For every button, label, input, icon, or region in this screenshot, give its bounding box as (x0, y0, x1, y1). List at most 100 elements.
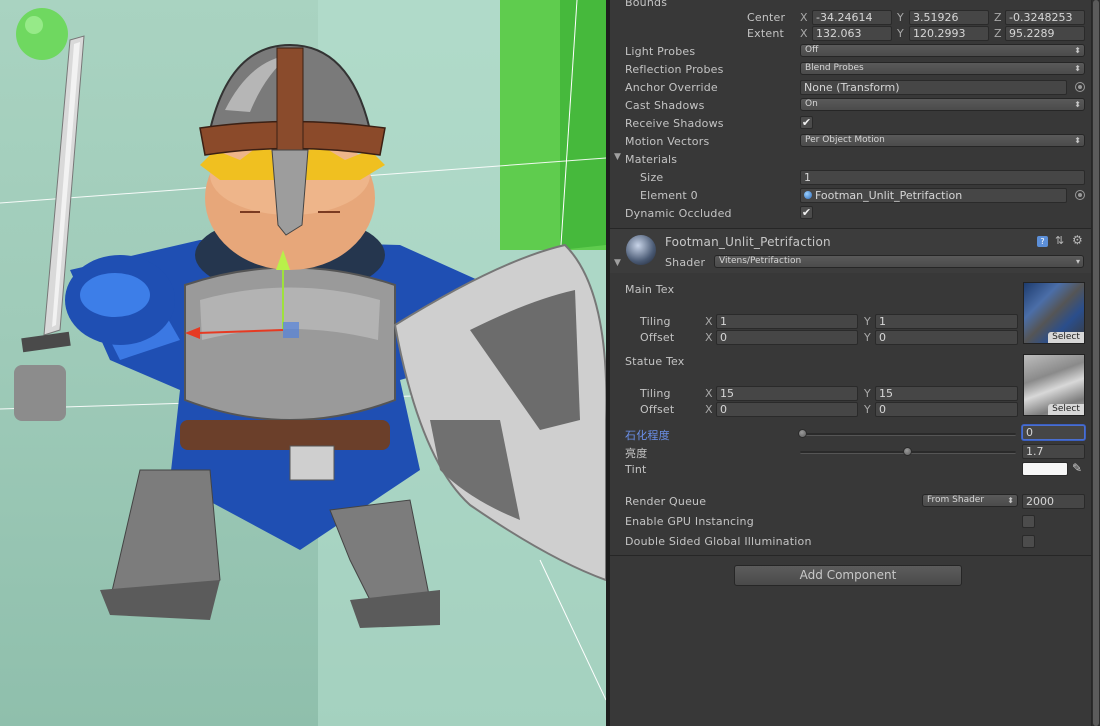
axis-x-label: X (705, 403, 713, 416)
statue-tiling-x-field[interactable]: 15 (716, 386, 858, 401)
main-offset-y-field[interactable]: 0 (875, 330, 1018, 345)
statue-tex-thumbnail[interactable]: Select (1023, 354, 1085, 416)
material-name: Footman_Unlit_Petrifaction (665, 235, 831, 249)
material-foldout-icon[interactable]: ▼ (614, 258, 621, 268)
material-preview-icon (626, 235, 656, 265)
inspector-scrollbar[interactable] (1091, 0, 1100, 726)
render-queue-label: Render Queue (625, 495, 707, 508)
axis-x-label: X (800, 11, 808, 24)
main-tex-label: Main Tex (625, 283, 675, 296)
center-label: Center (747, 11, 786, 24)
green-sphere-icon (16, 8, 68, 60)
gpu-instancing-label: Enable GPU Instancing (625, 515, 754, 528)
axis-y-label: Y (864, 387, 871, 400)
statue-tex-label: Statue Tex (625, 355, 685, 368)
receive-shadows-checkbox[interactable]: ✔ (800, 116, 813, 129)
tint-color-swatch[interactable] (1022, 462, 1068, 476)
dynamic-occluded-label: Dynamic Occluded (625, 207, 732, 220)
scene-canvas[interactable] (0, 0, 606, 726)
axis-z-label: Z (994, 27, 1002, 40)
sword-icon (14, 35, 85, 421)
brightness-slider-thumb[interactable] (903, 447, 912, 456)
cast-shadows-value: On (805, 99, 818, 109)
dropdown-arrow-icon: ▾ (1075, 257, 1080, 266)
light-probes-label: Light Probes (625, 45, 696, 58)
main-tex-select-button[interactable]: Select (1048, 332, 1084, 343)
element0-value: Footman_Unlit_Petrifaction (815, 189, 963, 202)
axis-y-label: Y (897, 27, 904, 40)
axis-y-label: Y (864, 403, 871, 416)
bounds-label: Bounds (625, 0, 668, 9)
scene-view[interactable] (0, 0, 606, 726)
axis-x-label: X (705, 331, 713, 344)
motion-vectors-label: Motion Vectors (625, 135, 710, 148)
statue-tiling-y-field[interactable]: 15 (875, 386, 1018, 401)
main-offset-x-field[interactable]: 0 (716, 330, 858, 345)
brightness-value-field[interactable]: 1.7 (1022, 444, 1085, 459)
size-field[interactable]: 1 (800, 170, 1085, 185)
double-sided-gi-checkbox[interactable] (1022, 535, 1035, 548)
scrollbar-thumb[interactable] (1093, 0, 1099, 726)
center-y-field[interactable]: 3.51926 (909, 10, 989, 25)
statue-offset-y-field[interactable]: 0 (875, 402, 1018, 417)
receive-shadows-label: Receive Shadows (625, 117, 724, 130)
material-sphere-icon (804, 191, 812, 199)
shader-value: Vitens/Petrifaction (719, 256, 802, 266)
petrify-slider-thumb[interactable] (798, 429, 807, 438)
materials-label[interactable]: Materials (625, 153, 677, 166)
main-tiling-y-field[interactable]: 1 (875, 314, 1018, 329)
axis-x-label: X (705, 315, 713, 328)
statue-offset-x-field[interactable]: 0 (716, 402, 858, 417)
gear-icon[interactable]: ⚙ (1072, 233, 1083, 247)
render-queue-mode: From Shader (927, 495, 985, 505)
center-x-field[interactable]: -34.24614 (812, 10, 892, 25)
dynamic-occluded-checkbox[interactable]: ✔ (800, 206, 813, 219)
dropdown-arrow-icon: ⬍ (1074, 100, 1081, 109)
motion-vectors-dropdown[interactable]: Per Object Motion ⬍ (800, 134, 1085, 147)
axis-x-label: X (800, 27, 808, 40)
cast-shadows-label: Cast Shadows (625, 99, 705, 112)
double-sided-gi-label: Double Sided Global Illumination (625, 535, 812, 548)
light-probes-value: Off (805, 45, 819, 55)
reflection-probes-dropdown[interactable]: Blend Probes ⬍ (800, 62, 1085, 75)
dropdown-arrow-icon: ⬍ (1074, 64, 1081, 73)
axis-z-label: Z (994, 11, 1002, 24)
object-picker-icon[interactable] (1075, 190, 1085, 200)
shader-label: Shader (665, 256, 706, 269)
extent-z-field[interactable]: 95.2289 (1005, 26, 1085, 41)
statue-tiling-label: Tiling (640, 387, 671, 400)
dropdown-arrow-icon: ⬍ (1074, 136, 1081, 145)
motion-vectors-value: Per Object Motion (805, 135, 885, 145)
size-label: Size (640, 171, 664, 184)
petrify-slider-track[interactable] (800, 433, 1016, 436)
shader-dropdown[interactable]: Vitens/Petrifaction ▾ (714, 255, 1084, 268)
render-queue-dropdown[interactable]: From Shader ⬍ (922, 494, 1018, 507)
extent-y-field[interactable]: 120.2993 (909, 26, 989, 41)
main-tiling-label: Tiling (640, 315, 671, 328)
extent-x-field[interactable]: 132.063 (812, 26, 892, 41)
gpu-instancing-checkbox[interactable] (1022, 515, 1035, 528)
presets-icon[interactable]: ⇅ (1055, 234, 1064, 247)
main-tex-thumbnail[interactable]: Select (1023, 282, 1085, 344)
eyedropper-icon[interactable]: ✎ (1072, 461, 1082, 475)
render-queue-field[interactable]: 2000 (1022, 494, 1085, 509)
dropdown-arrow-icon: ⬍ (1007, 496, 1014, 505)
cast-shadows-dropdown[interactable]: On ⬍ (800, 98, 1085, 111)
object-picker-icon[interactable] (1075, 82, 1085, 92)
center-z-field[interactable]: -0.3248253 (1005, 10, 1085, 25)
statue-tex-select-button[interactable]: Select (1048, 404, 1084, 415)
element0-label: Element 0 (640, 189, 698, 202)
help-book-icon[interactable]: ? (1037, 236, 1048, 247)
reflection-probes-value: Blend Probes (805, 63, 864, 73)
add-component-button[interactable]: Add Component (734, 565, 962, 586)
component-divider (610, 555, 1091, 556)
axis-x-label: X (705, 387, 713, 400)
main-tiling-x-field[interactable]: 1 (716, 314, 858, 329)
anchor-override-field[interactable]: None (Transform) (800, 80, 1067, 95)
statue-offset-label: Offset (640, 403, 675, 416)
element0-field[interactable]: Footman_Unlit_Petrifaction (800, 188, 1067, 203)
petrify-label: 石化程度 (625, 429, 670, 442)
materials-foldout-icon[interactable]: ▼ (614, 152, 621, 162)
light-probes-dropdown[interactable]: Off ⬍ (800, 44, 1085, 57)
petrify-value-field[interactable]: 0 (1022, 425, 1085, 440)
